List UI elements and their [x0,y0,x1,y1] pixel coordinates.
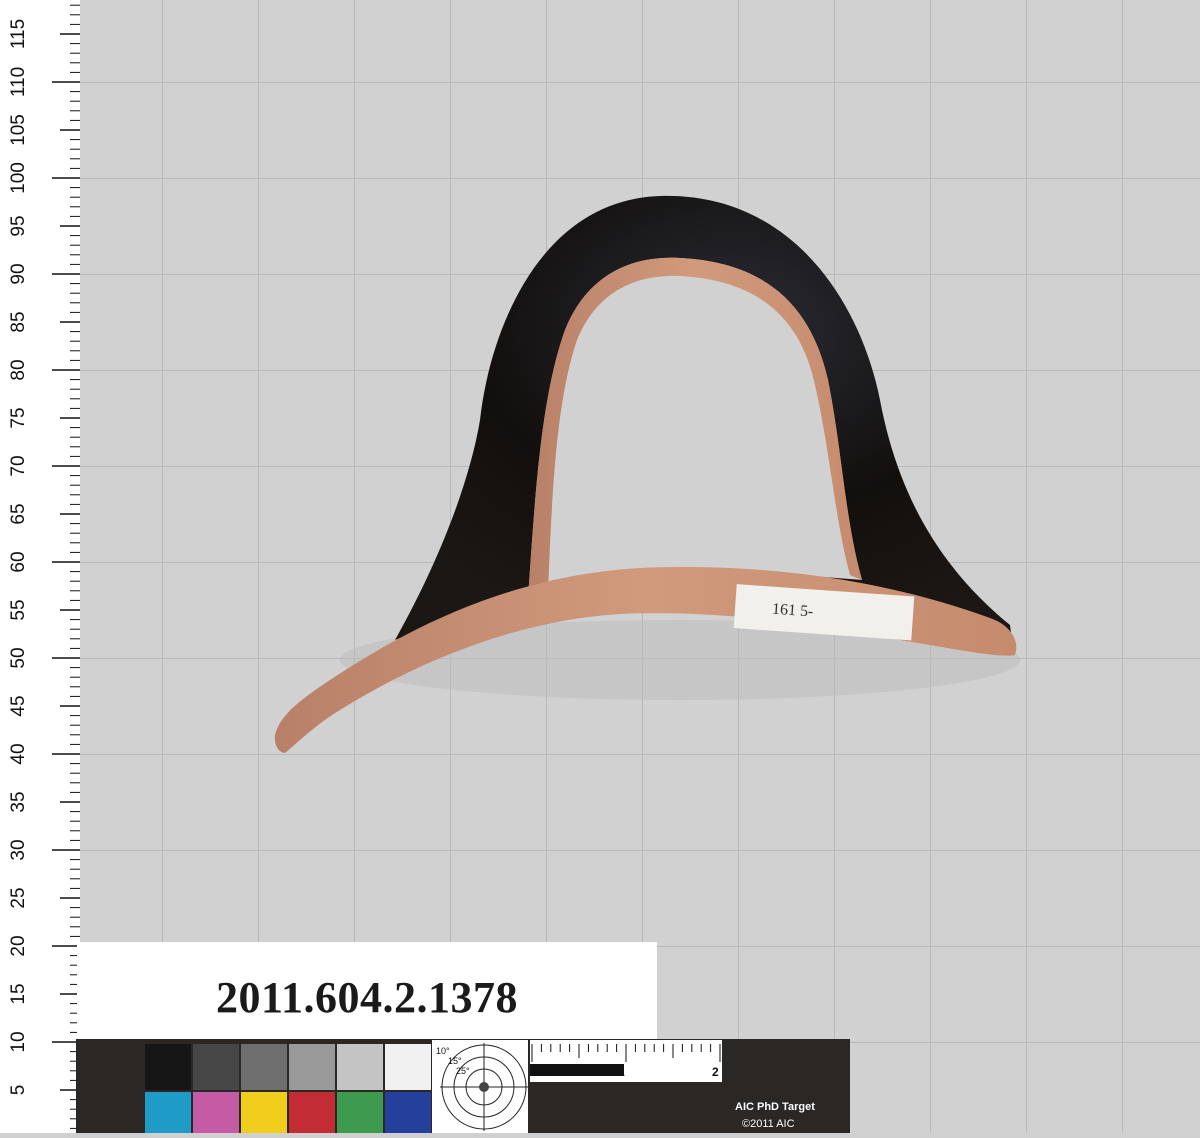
color-swatch [337,1092,383,1133]
angle-target: 10° 15° 25° [432,1040,528,1133]
ruler-label: 90 [8,263,29,284]
ruler-label: 100 [8,162,29,194]
ruler-label: 55 [8,599,29,620]
ruler-label: 80 [8,359,29,380]
gray-swatch [241,1044,287,1090]
target-brand: AIC PhD Target [735,1101,815,1113]
color-swatch [193,1092,239,1133]
angle-10-label: 10° [436,1046,450,1056]
scale-2-label: 2 [712,1065,719,1079]
metric-label: Metric [534,1068,559,1078]
color-swatch [289,1092,335,1133]
ruler-label: 85 [8,311,29,332]
angle-15-label: 15° [448,1056,462,1066]
ruler-label: 60 [8,551,29,572]
ruler-label: 115 [8,19,29,49]
ruler-label: 15 [8,983,29,1004]
ruler-label: 65 [8,503,29,524]
color-swatch [241,1092,287,1133]
color-swatch [385,1092,431,1133]
ruler-label: 10 [8,1031,29,1052]
gray-swatch [145,1044,191,1090]
sticker-text: 161 5- [771,601,813,621]
ruler-label: 25 [8,887,29,908]
color-swatch [145,1092,191,1133]
scale-1-label: 1 [618,1065,625,1079]
gray-swatch [385,1044,431,1090]
ruler-label: 70 [8,455,29,476]
ruler-label: 110 [8,67,29,97]
metric-lower-bar [530,1082,722,1133]
ruler-label: 5 [8,1085,29,1096]
gray-swatch [337,1044,383,1090]
accession-label-card: 2011.604.2.1378 [77,942,657,1042]
ruler-label: 40 [8,743,29,764]
accession-number: 2011.604.2.1378 [215,973,519,1022]
angle-25-label: 25° [456,1066,470,1076]
ruler-label: 30 [8,839,29,860]
ruler-label: 20 [8,935,29,956]
gray-swatch [289,1044,335,1090]
ruler-label: 95 [8,215,29,236]
measuring-ruler: 115 110 105 100 95 90 85 80 75 70 65 60 55 50 45 40 35 30… [0,0,80,1133]
target-copyright: ©2011 AIC [742,1118,795,1130]
ruler-label: 75 [8,407,29,428]
ruler-label: 35 [8,791,29,812]
ruler-label: 45 [8,695,29,716]
ruler-label: 50 [8,647,29,668]
metric-scale: Metric 1 2 [530,1040,722,1082]
ruler-label: 105 [8,114,29,146]
gray-swatch [193,1044,239,1090]
